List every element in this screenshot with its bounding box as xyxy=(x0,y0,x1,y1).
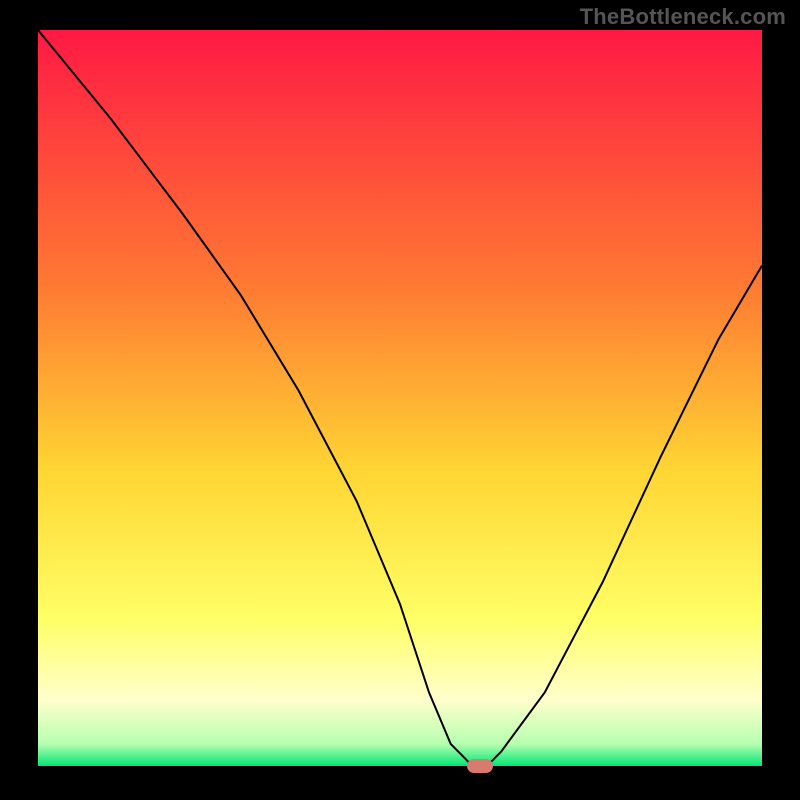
watermark-text: TheBottleneck.com xyxy=(580,4,786,30)
plot-svg xyxy=(38,30,762,766)
gradient-rect xyxy=(38,30,762,766)
chart-frame: TheBottleneck.com xyxy=(0,0,800,800)
optimal-marker xyxy=(467,759,493,773)
plot-area xyxy=(38,30,762,766)
